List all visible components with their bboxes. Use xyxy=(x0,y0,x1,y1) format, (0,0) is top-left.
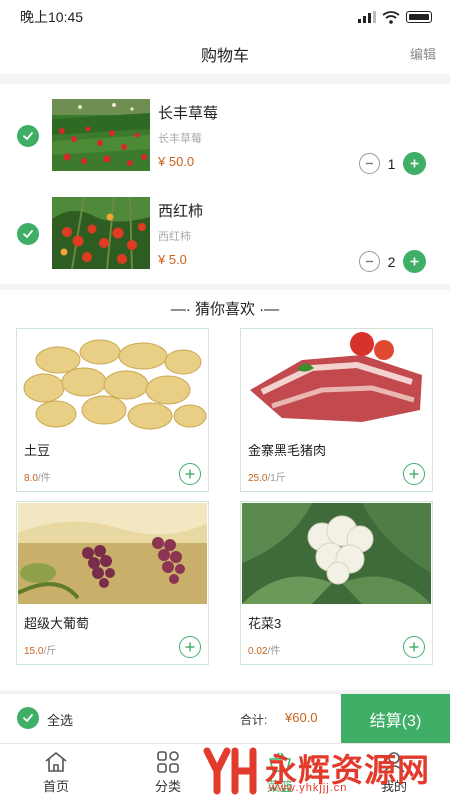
watermark: 永辉资源网 www.yhkjjj.cn xyxy=(203,740,448,800)
product-card[interactable]: 超级大葡萄 15.0/斤 xyxy=(16,501,209,665)
increase-button[interactable] xyxy=(403,250,426,273)
tab-label: 分类 xyxy=(154,779,181,794)
add-to-cart-button[interactable] xyxy=(403,463,425,485)
status-bar: 晚上10:45 xyxy=(0,0,450,34)
check-icon xyxy=(23,132,33,140)
total-label: 合计: xyxy=(240,713,268,727)
product-price: 0.02/件 xyxy=(248,642,280,657)
product-price: 15.0/斤 xyxy=(24,642,56,657)
quantity-stepper: 2 xyxy=(359,250,426,273)
cart-item: 西红柿 西红柿 ¥ 5.0 2 xyxy=(0,182,450,278)
wifi-icon xyxy=(382,10,400,24)
decrease-button[interactable] xyxy=(359,153,380,174)
product-image-pork xyxy=(242,330,431,431)
product-name: 土豆 xyxy=(24,443,51,458)
cart-item: 长丰草莓 长丰草莓 ¥ 50.0 1 xyxy=(0,84,450,180)
recommend-title: —· 猜你喜欢 ·— xyxy=(170,301,280,318)
minus-icon xyxy=(366,162,373,165)
quantity-stepper: 1 xyxy=(359,152,426,175)
total-value: ¥60.0 xyxy=(285,710,318,725)
product-image-strawberry[interactable] xyxy=(52,99,150,171)
price-value: 15.0 xyxy=(24,646,44,657)
plus-icon xyxy=(410,159,419,168)
product-card[interactable]: 土豆 8.0/件 xyxy=(16,328,209,492)
product-image-potatoes xyxy=(18,330,207,431)
plus-icon xyxy=(410,257,419,266)
product-card[interactable]: 金寨黑毛猪肉 25.0/1斤 xyxy=(240,328,433,492)
page-title: 购物车 xyxy=(200,48,249,65)
plus-icon xyxy=(409,469,419,479)
add-to-cart-button[interactable] xyxy=(179,463,201,485)
select-all-checkbox[interactable] xyxy=(17,707,39,729)
tab-label: 首页 xyxy=(42,779,69,794)
item-subtitle: 长丰草莓 xyxy=(158,133,202,145)
product-name: 花菜3 xyxy=(248,616,282,631)
minus-icon xyxy=(366,260,373,263)
watermark-url: www.yhkjjj.cn xyxy=(269,782,348,794)
product-price: 8.0/件 xyxy=(24,469,51,484)
plus-icon xyxy=(185,642,195,652)
tab-home[interactable]: 首页 xyxy=(0,744,112,800)
recommend-section: —· 猜你喜欢 ·— 土豆 8.0/件 金寨黑毛猪肉 25.0/1斤 超级大葡萄… xyxy=(0,290,450,690)
product-price: 25.0/1斤 xyxy=(248,469,286,484)
status-icons xyxy=(358,10,432,24)
price-value: 8.0 xyxy=(24,473,38,484)
product-card[interactable]: 花菜3 0.02/件 xyxy=(240,501,433,665)
header: 购物车 编辑 xyxy=(0,34,450,74)
home-icon xyxy=(45,752,67,772)
item-name: 长丰草莓 xyxy=(158,105,219,122)
product-image-cauliflower xyxy=(242,503,431,604)
decrease-button[interactable] xyxy=(359,251,380,272)
product-image-grapes xyxy=(18,503,207,604)
product-name: 金寨黑毛猪肉 xyxy=(248,443,327,458)
add-to-cart-button[interactable] xyxy=(179,636,201,658)
battery-icon xyxy=(406,11,432,23)
watermark-logo xyxy=(203,747,257,795)
price-unit: /1斤 xyxy=(267,473,286,484)
signal-icon xyxy=(358,11,376,23)
price-unit: /件 xyxy=(267,646,281,657)
quantity-value: 2 xyxy=(387,253,396,270)
check-icon xyxy=(23,230,33,238)
add-to-cart-button[interactable] xyxy=(403,636,425,658)
plus-icon xyxy=(409,642,419,652)
item-name: 西红柿 xyxy=(158,203,204,220)
item-checkbox[interactable] xyxy=(17,125,39,147)
category-icon xyxy=(157,751,179,773)
cart-list: 长丰草莓 长丰草莓 ¥ 50.0 1 西红柿 西红柿 ¥ 5.0 2 xyxy=(0,84,450,284)
status-time: 晚上10:45 xyxy=(20,9,84,25)
item-price: ¥ 5.0 xyxy=(158,252,187,267)
increase-button[interactable] xyxy=(403,152,426,175)
checkout-bar: 全选 合计: ¥60.0 结算(3) xyxy=(0,693,450,744)
price-unit: /件 xyxy=(37,473,51,484)
item-checkbox[interactable] xyxy=(17,223,39,245)
price-value: 25.0 xyxy=(248,473,268,484)
quantity-value: 1 xyxy=(387,155,396,172)
item-subtitle: 西红柿 xyxy=(158,231,191,243)
item-price: ¥ 50.0 xyxy=(158,154,195,169)
select-all-label[interactable]: 全选 xyxy=(47,710,73,729)
price-unit: /斤 xyxy=(43,646,57,657)
check-icon xyxy=(23,714,33,722)
edit-button[interactable]: 编辑 xyxy=(410,44,436,63)
price-value: 0.02 xyxy=(248,646,268,657)
product-name: 超级大葡萄 xyxy=(24,616,90,631)
checkout-button[interactable]: 结算(3) xyxy=(341,694,450,744)
product-image-tomato[interactable] xyxy=(52,197,150,269)
plus-icon xyxy=(185,469,195,479)
